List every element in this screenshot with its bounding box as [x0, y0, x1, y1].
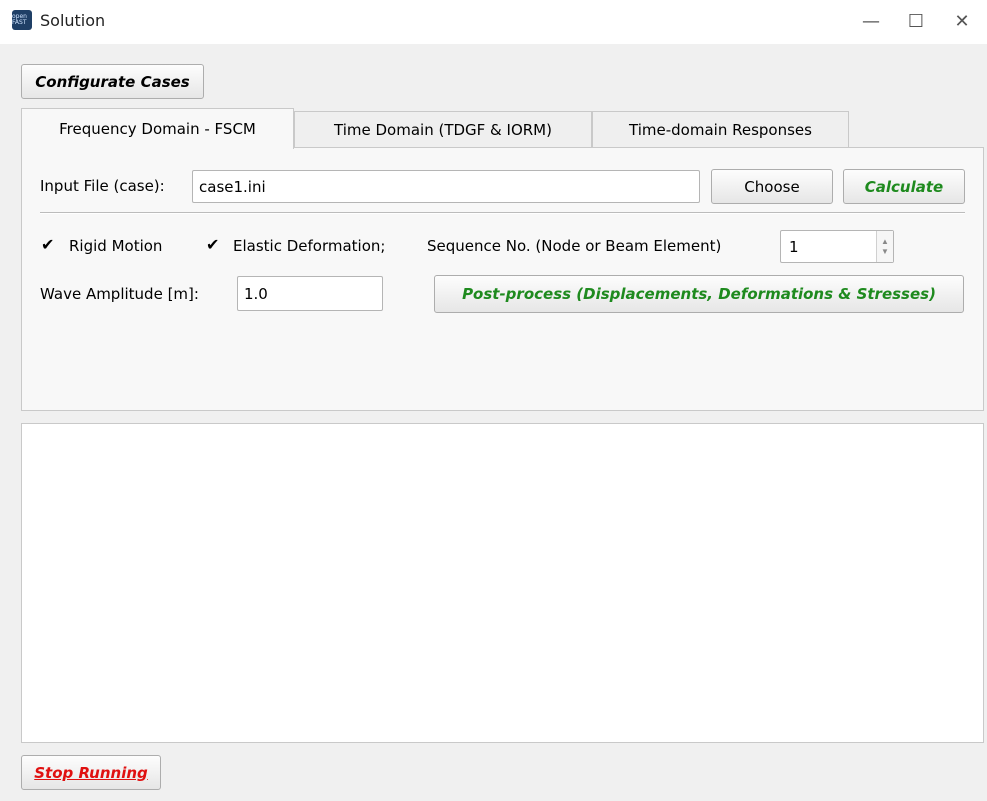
output-area[interactable] [21, 423, 984, 743]
input-file-field[interactable]: case1.ini [192, 170, 700, 203]
spin-up-icon[interactable]: ▲ [881, 237, 889, 247]
close-icon: ✕ [954, 10, 970, 32]
elastic-deformation-checkbox[interactable]: ✔ [206, 237, 222, 253]
sequence-value: 1 [789, 238, 799, 256]
configurate-cases-button[interactable]: Configurate Cases [21, 64, 204, 99]
frequency-domain-panel: Input File (case): case1.ini Choose Calc… [21, 147, 984, 411]
sequence-label: Sequence No. (Node or Beam Element) [427, 237, 722, 255]
calculate-button[interactable]: Calculate [843, 169, 965, 204]
close-button[interactable]: ✕ [942, 6, 982, 36]
rigid-motion-checkbox[interactable]: ✔ [41, 237, 57, 253]
window-title: Solution [40, 11, 106, 30]
tab-time-domain[interactable]: Time Domain (TDGF & IORM) [294, 111, 592, 147]
divider [40, 212, 965, 214]
minimize-button[interactable]: — [851, 6, 891, 36]
tab-time-domain-responses[interactable]: Time-domain Responses [592, 111, 849, 147]
rigid-motion-label: Rigid Motion [69, 237, 163, 255]
spin-down-icon[interactable]: ▼ [881, 247, 889, 257]
minimize-icon: — [862, 10, 880, 32]
stop-running-button[interactable]: Stop Running [21, 755, 161, 790]
input-file-label: Input File (case): [40, 177, 165, 195]
app-icon: open FAST [12, 10, 32, 30]
elastic-deformation-label: Elastic Deformation; [233, 237, 386, 255]
spinner-arrows[interactable]: ▲ ▼ [876, 231, 893, 262]
wave-amplitude-label: Wave Amplitude [m]: [40, 285, 199, 303]
maximize-icon: ☐ [907, 10, 925, 32]
choose-button[interactable]: Choose [711, 169, 833, 204]
tab-frequency-domain[interactable]: Frequency Domain - FSCM [21, 108, 294, 149]
title-bar: open FAST Solution — ☐ ✕ [0, 0, 987, 44]
app-icon-text: open FAST [12, 13, 27, 26]
wave-amplitude-field[interactable]: 1.0 [237, 276, 383, 311]
post-process-button[interactable]: Post-process (Displacements, Deformation… [434, 275, 964, 313]
sequence-spinner[interactable]: 1 ▲ ▼ [780, 230, 894, 263]
maximize-button[interactable]: ☐ [896, 6, 936, 36]
